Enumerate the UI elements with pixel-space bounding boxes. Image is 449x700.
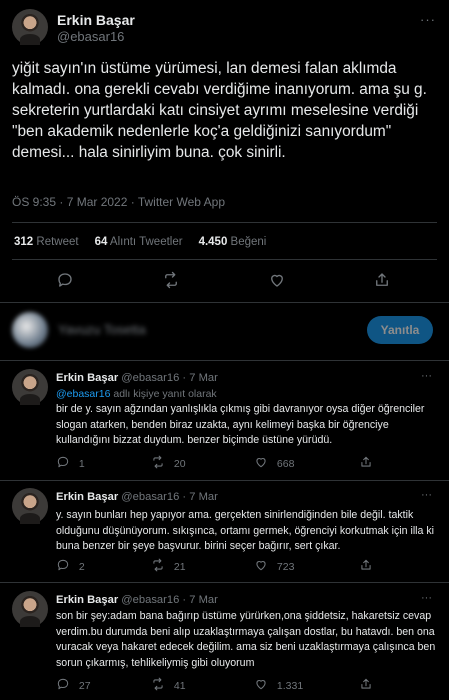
heart-icon xyxy=(256,680,266,690)
retweet-button[interactable]: 21 xyxy=(151,558,186,573)
retweet-icon xyxy=(153,677,163,691)
like-count[interactable]: 4.450 xyxy=(199,236,228,248)
author-handle[interactable]: @ebasar16 xyxy=(57,29,124,44)
reply-avatar[interactable] xyxy=(12,591,48,627)
share-icon xyxy=(361,678,371,689)
retweet-icon xyxy=(165,271,177,289)
reply-date[interactable]: · 7 Mar xyxy=(182,372,217,384)
share-icon xyxy=(361,559,371,570)
more-options-icon[interactable]: ··· xyxy=(421,592,432,604)
heart-icon xyxy=(256,561,266,571)
reply-box-name: Yavuzu Tosetta xyxy=(58,322,146,337)
divider xyxy=(12,259,437,260)
retweet-icon xyxy=(153,558,163,572)
share-button[interactable] xyxy=(359,677,373,694)
author-avatar[interactable] xyxy=(12,9,48,45)
like-button[interactable]: 723 xyxy=(254,558,294,573)
tweet-text: yiğit sayın'ın üstüme yürümesi, lan deme… xyxy=(12,60,427,161)
replying-to: @ebasar16 adlı kişiye yanıt olarak xyxy=(56,388,217,400)
author-name[interactable]: Erkin Başar xyxy=(57,12,135,28)
reply-author-handle[interactable]: @ebasar16 xyxy=(121,594,179,606)
reply-icon xyxy=(57,678,69,690)
share-icon xyxy=(376,273,388,286)
reply-actions: 1 20 668 xyxy=(56,455,436,471)
divider xyxy=(0,360,449,361)
divider xyxy=(0,302,449,303)
retweet-count: 41 xyxy=(173,680,186,692)
like-button[interactable]: 1.331 xyxy=(254,677,303,692)
retweet-count: 20 xyxy=(173,458,186,470)
reply-icon xyxy=(57,456,69,468)
reply-avatar[interactable] xyxy=(12,488,48,524)
reply-icon xyxy=(58,273,72,287)
reply-text: bir de y. sayın ağzından yanlışlıkla çık… xyxy=(56,403,425,446)
like-button[interactable]: 668 xyxy=(254,455,294,470)
retweet-icon xyxy=(153,455,163,469)
more-options-icon[interactable]: ··· xyxy=(421,370,432,382)
reply-button[interactable] xyxy=(56,271,74,294)
reply-button[interactable]: 1 xyxy=(56,455,85,470)
more-options-icon[interactable]: ··· xyxy=(421,489,432,501)
reply-header: Erkin Başar @ebasar16 · 7 Mar xyxy=(56,594,218,606)
tweet-stats: 312 Retweet 64 Alıntı Tweetler 4.450 Beğ… xyxy=(14,236,266,248)
like-count: 723 xyxy=(276,561,295,573)
divider xyxy=(0,480,449,481)
retweet-button[interactable]: 41 xyxy=(151,677,186,692)
quote-label[interactable]: Alıntı Tweetler xyxy=(110,236,183,248)
divider xyxy=(0,582,449,583)
reply-count: 1 xyxy=(78,458,85,470)
more-options-icon[interactable]: ··· xyxy=(420,12,436,27)
like-count: 668 xyxy=(276,458,295,470)
reply-to-label: adlı kişiye yanıt olarak xyxy=(110,388,217,400)
like-count: 1.331 xyxy=(276,680,304,692)
heart-icon xyxy=(256,458,266,468)
reply-header: Erkin Başar @ebasar16 · 7 Mar xyxy=(56,372,218,384)
reply-to-mention[interactable]: @ebasar16 xyxy=(56,388,110,400)
reply-count: 2 xyxy=(78,561,85,573)
share-button[interactable] xyxy=(373,271,391,294)
reply-author-name[interactable]: Erkin Başar xyxy=(56,491,118,503)
quote-count[interactable]: 64 xyxy=(95,236,108,248)
like-label[interactable]: Beğeni xyxy=(231,236,267,248)
reply-button[interactable]: 27 xyxy=(56,677,91,692)
reply-actions: 27 41 1.331 xyxy=(56,677,436,693)
reply-author-name[interactable]: Erkin Başar xyxy=(56,372,118,384)
reply-text: son bir şey:adam bana bağırıp üstüme yür… xyxy=(56,610,436,669)
divider xyxy=(12,222,437,223)
reply-submit-button[interactable]: Yanıtla xyxy=(367,316,433,344)
reply-author-name[interactable]: Erkin Başar xyxy=(56,594,118,606)
share-icon xyxy=(361,456,371,467)
heart-icon xyxy=(271,274,283,287)
reply-header: Erkin Başar @ebasar16 · 7 Mar xyxy=(56,491,218,503)
retweet-count[interactable]: 312 xyxy=(14,236,33,248)
reply-date[interactable]: · 7 Mar xyxy=(182,491,217,503)
retweet-button[interactable]: 20 xyxy=(151,455,186,470)
reply-icon xyxy=(57,559,69,571)
reply-author-handle[interactable]: @ebasar16 xyxy=(121,491,179,503)
retweet-label[interactable]: Retweet xyxy=(36,236,78,248)
reply-button[interactable]: 2 xyxy=(56,558,85,573)
like-button[interactable] xyxy=(268,271,286,294)
share-button[interactable] xyxy=(359,558,373,575)
reply-count: 27 xyxy=(78,680,91,692)
tweet-meta[interactable]: ÖS 9:35 · 7 Mar 2022 · Twitter Web App xyxy=(12,195,225,209)
reply-actions: 2 21 723 xyxy=(56,558,436,574)
reply-box-avatar xyxy=(12,312,48,348)
reply-text: y. sayın bunları hep yapıyor ama. gerçek… xyxy=(56,509,435,552)
reply-avatar[interactable] xyxy=(12,369,48,405)
retweet-count: 21 xyxy=(173,561,186,573)
share-button[interactable] xyxy=(359,455,373,472)
reply-date[interactable]: · 7 Mar xyxy=(182,594,217,606)
retweet-button[interactable] xyxy=(162,271,180,294)
reply-author-handle[interactable]: @ebasar16 xyxy=(121,372,179,384)
